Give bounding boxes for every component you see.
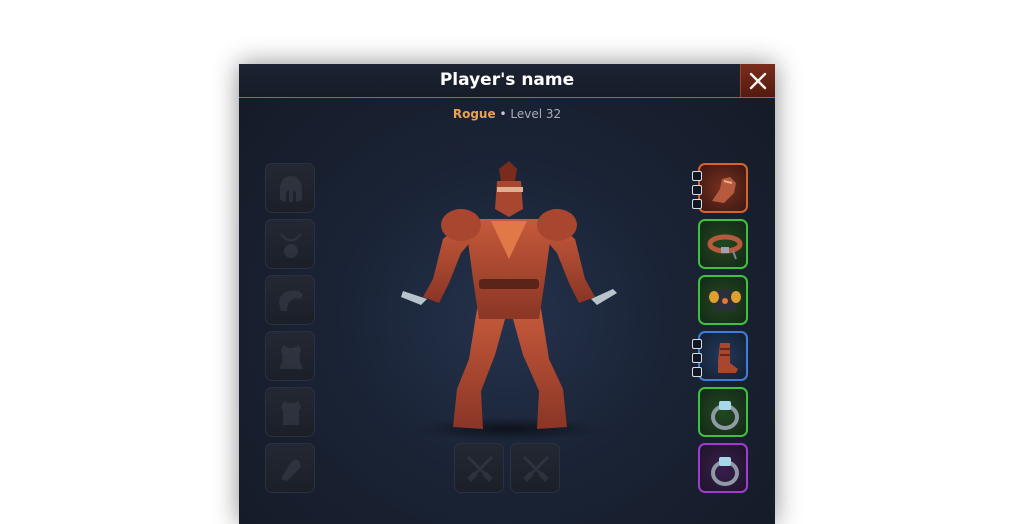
close-button[interactable] [740,64,775,97]
upgrade-pips [692,171,702,213]
pip [692,171,702,181]
class-name: Rogue [452,107,496,121]
pip [692,367,702,377]
cloak-icon [279,345,303,369]
helmet-icon [280,176,302,202]
glove-icon [712,177,736,203]
separator-dot: • [499,107,507,121]
title-bar: Player's name [239,64,775,98]
slot-belt[interactable] [698,219,748,269]
gloves-icon [281,459,301,481]
slot-gloves-left[interactable] [265,443,315,493]
crossed-daggers-icon [466,455,494,482]
ring-icon [711,457,739,486]
slot-pauldrons[interactable] [265,275,315,325]
slot-amulet[interactable] [265,219,315,269]
close-icon [749,72,767,89]
character-panel: Player's name Rogue • Level 32 [239,64,775,524]
boot-icon [718,343,738,373]
slot-armor[interactable] [265,387,315,437]
class-level-line: Rogue • Level 32 [239,107,775,121]
slot-helmet[interactable] [265,163,315,213]
pip [692,353,702,363]
slot-boots[interactable] [692,331,748,381]
player-name-title: Player's name [439,70,575,90]
ring-icon [711,401,739,430]
pip [692,339,702,349]
level-text: Level 32 [510,107,562,121]
rogue-character-model [401,161,617,441]
slot-cloak[interactable] [265,331,315,381]
amulet-icon [280,233,302,258]
slot-ring-1[interactable] [698,387,748,437]
chest-armor-icon [709,289,741,311]
upgrade-pips [692,339,702,381]
armor-icon [281,401,301,425]
slot-off-hand[interactable] [510,443,560,493]
pip [692,185,702,195]
pip [692,199,702,209]
slot-gloves-equipped[interactable] [692,163,748,213]
slot-main-hand[interactable] [454,443,504,493]
slot-chest[interactable] [698,275,748,325]
belt-icon [707,234,743,260]
crossed-daggers-icon [522,455,550,482]
shoulder-icon [279,290,303,311]
slot-ring-2[interactable] [698,443,748,493]
